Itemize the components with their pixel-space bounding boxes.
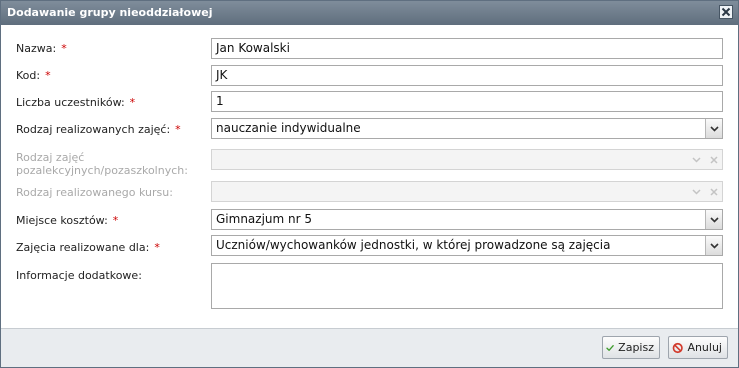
save-button[interactable]: Zapisz (602, 336, 660, 359)
chevron-down-icon (692, 188, 701, 195)
informacje-dodatkowe-label: Informacje dodatkowe: (16, 269, 142, 282)
kod-input[interactable]: JK (211, 65, 723, 86)
rodzaj-zajec-dropdown-button[interactable] (705, 119, 722, 138)
cancel-button[interactable]: Anuluj (668, 336, 728, 359)
rodzaj-pozalekcyjnych-dropdown-button (688, 150, 705, 169)
nazwa-label: Nazwa: * (16, 42, 67, 55)
close-button[interactable] (719, 5, 733, 19)
checkmark-icon (606, 344, 614, 351)
rodzaj-kursu-clear-button (705, 182, 722, 201)
required-marker: * (175, 123, 181, 136)
required-marker: * (45, 69, 51, 82)
rodzaj-pozalekcyjnych-clear-button (705, 150, 722, 169)
miejsce-kosztow-dropdown-button[interactable] (705, 210, 722, 229)
chevron-down-icon (692, 156, 701, 163)
dialog-window: Dodawanie grupy nieoddziałowej Nazwa: * J… (0, 0, 739, 368)
rodzaj-pozalekcyjnych-label: Rodzaj zajęć pozalekcyjnych/pozaszkolnyc… (16, 151, 188, 177)
required-marker: * (112, 214, 119, 227)
liczba-uczestnikow-label: Liczba uczestników: * (16, 96, 136, 109)
zajecia-dla-label: Zajęcia realizowane dla: * (16, 241, 160, 254)
zajecia-dla-dropdown-button[interactable] (705, 236, 722, 255)
cancel-button-label: Anuluj (687, 341, 722, 354)
required-marker: * (154, 241, 160, 254)
clear-icon (709, 155, 718, 164)
chevron-down-icon (709, 125, 719, 132)
rodzaj-kursu-label: Rodzaj realizowanego kursu: (16, 186, 173, 199)
close-icon (721, 7, 731, 17)
zajecia-dla-select[interactable]: Uczniów/wychowanków jednostki, w której … (211, 235, 723, 256)
cancel-icon (672, 342, 683, 353)
save-button-label: Zapisz (618, 341, 654, 354)
dialog-title: Dodawanie grupy nieoddziałowej (7, 6, 213, 19)
dialog-body: Nazwa: * Jan Kowalski Kod: * JK Liczba ucz… (1, 25, 738, 328)
dialog-titlebar[interactable]: Dodawanie grupy nieoddziałowej (1, 1, 738, 25)
chevron-down-icon (709, 242, 719, 249)
required-marker: * (61, 42, 67, 55)
rodzaj-zajec-select[interactable]: nauczanie indywidualne (211, 118, 723, 139)
dialog-footer: Zapisz Anuluj (1, 328, 738, 367)
required-marker: * (129, 96, 136, 109)
clear-icon (709, 187, 718, 196)
chevron-down-icon (709, 216, 719, 223)
liczba-uczestnikow-input[interactable]: 1 (211, 91, 723, 112)
kod-label: Kod: * (16, 69, 51, 82)
rodzaj-kursu-select (211, 181, 723, 202)
nazwa-input[interactable]: Jan Kowalski (211, 38, 723, 59)
rodzaj-zajec-label: Rodzaj realizowanych zajęć: * (16, 123, 181, 136)
rodzaj-kursu-dropdown-button (688, 182, 705, 201)
informacje-dodatkowe-textarea[interactable] (211, 263, 723, 309)
miejsce-kosztow-label: Miejsce kosztów: * (16, 214, 119, 227)
miejsce-kosztow-select[interactable]: Gimnazjum nr 5 (211, 209, 723, 230)
rodzaj-pozalekcyjnych-select (211, 149, 723, 170)
